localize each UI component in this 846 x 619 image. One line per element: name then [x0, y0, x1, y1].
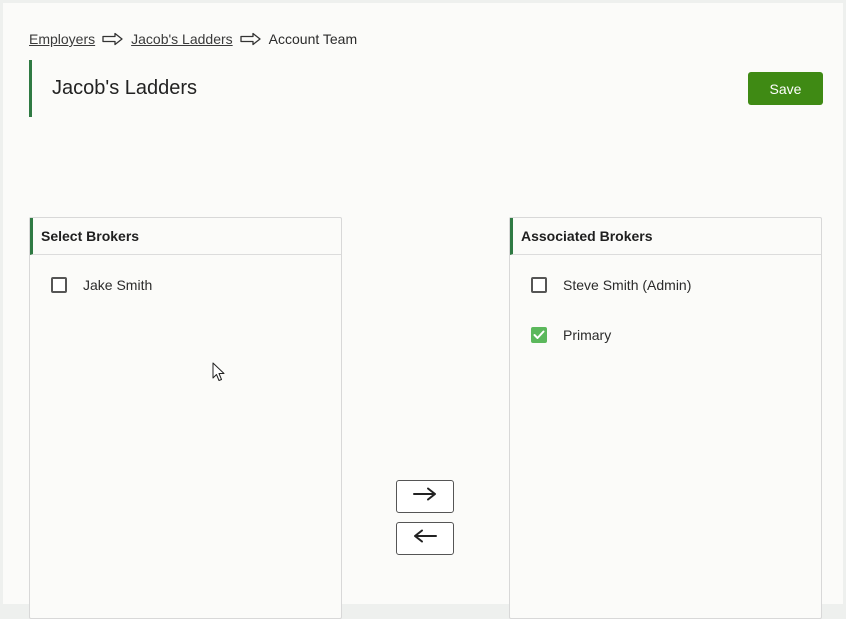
- list-item-label: Primary: [563, 327, 612, 343]
- breadcrumb-employer-name[interactable]: Jacob's Ladders: [131, 31, 233, 47]
- title-accent-bar: [29, 60, 32, 117]
- arrow-right-icon: [412, 487, 438, 506]
- checkbox[interactable]: [51, 277, 67, 293]
- breadcrumb-separator-icon: [240, 32, 262, 46]
- page: Employers Jacob's Ladders Account Team J…: [3, 3, 843, 619]
- panel-title: Select Brokers: [30, 218, 341, 255]
- breadcrumb-employers[interactable]: Employers: [29, 31, 95, 47]
- breadcrumb: Employers Jacob's Ladders Account Team: [29, 29, 357, 49]
- breadcrumb-separator-icon: [102, 32, 124, 46]
- list-item-label: Steve Smith (Admin): [563, 277, 692, 293]
- checkmark-icon: [533, 330, 545, 339]
- panel-title: Associated Brokers: [510, 218, 821, 255]
- list-item-label: Jake Smith: [83, 277, 153, 293]
- page-title: Jacob's Ladders: [52, 77, 198, 99]
- save-button[interactable]: Save: [748, 72, 823, 105]
- list-item-steve-smith[interactable]: Steve Smith (Admin): [531, 277, 691, 293]
- checkbox[interactable]: [531, 277, 547, 293]
- checkbox-checked[interactable]: [531, 327, 547, 343]
- arrow-left-icon: [412, 529, 438, 548]
- associated-brokers-panel: Associated Brokers Steve Smith (Admin) P…: [509, 217, 822, 619]
- list-item-primary[interactable]: Primary: [531, 327, 611, 343]
- add-to-associated-button[interactable]: [396, 480, 454, 513]
- remove-from-associated-button[interactable]: [396, 522, 454, 555]
- list-item-jake-smith[interactable]: Jake Smith: [51, 277, 152, 293]
- select-brokers-panel: Select Brokers Jake Smith: [29, 217, 342, 619]
- mouse-pointer-icon: [212, 362, 226, 387]
- breadcrumb-current: Account Team: [268, 31, 358, 47]
